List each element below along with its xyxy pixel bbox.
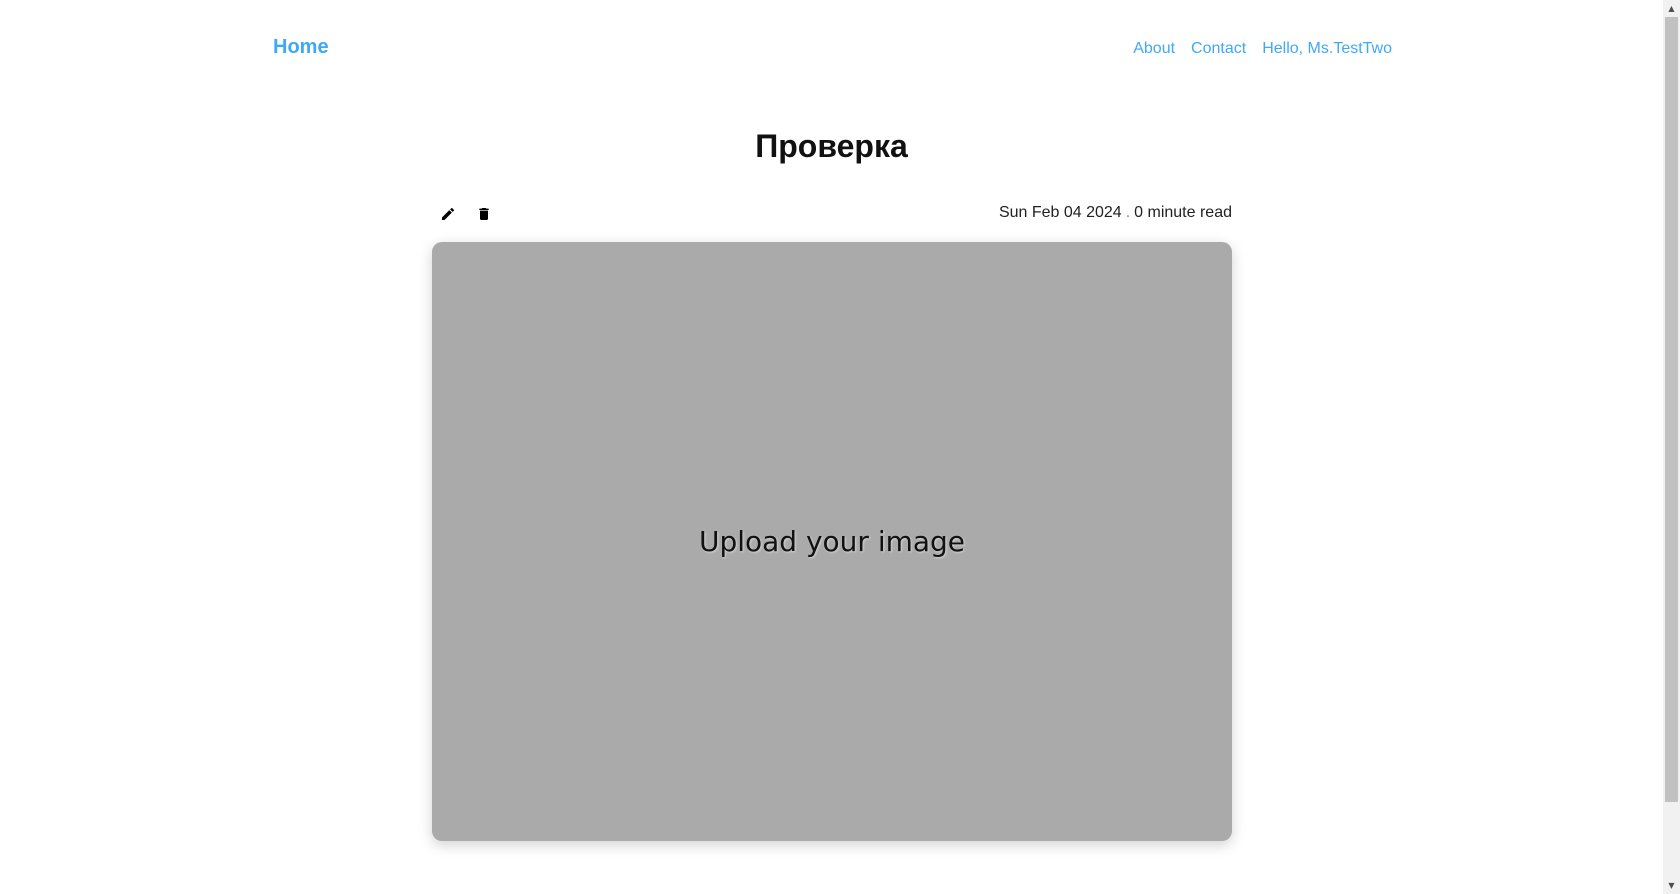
delete-button[interactable] bbox=[472, 202, 496, 226]
scrollbar-thumb[interactable] bbox=[1665, 17, 1678, 802]
post-meta-row: Sun Feb 04 2024. 0 minute read bbox=[432, 200, 1232, 228]
vertical-scrollbar[interactable]: ▲ ▼ bbox=[1663, 0, 1680, 894]
post-date: Sun Feb 04 2024 bbox=[998, 204, 1122, 221]
post-meta: Sun Feb 04 2024. 0 minute read bbox=[999, 204, 1232, 222]
page: Home About Contact Hello, Ms.TestTwo Про… bbox=[0, 0, 1680, 894]
read-time: 0 minute read bbox=[1134, 204, 1232, 221]
image-upload-area[interactable]: Upload your image bbox=[432, 242, 1232, 841]
pencil-icon bbox=[442, 207, 455, 220]
upload-placeholder-text: Upload your image bbox=[698, 525, 966, 558]
nav-link-contact[interactable]: Contact bbox=[1191, 40, 1246, 58]
post-title: Проверка bbox=[755, 128, 908, 164]
nav-links: About Contact Hello, Ms.TestTwo bbox=[1133, 40, 1392, 58]
trash-icon bbox=[479, 208, 489, 220]
scroll-down-arrow-icon[interactable]: ▼ bbox=[1663, 877, 1680, 894]
nav-home-link[interactable]: Home bbox=[273, 36, 329, 59]
meta-separator: . bbox=[1125, 204, 1131, 221]
nav-link-about[interactable]: About bbox=[1133, 40, 1175, 58]
edit-button[interactable] bbox=[436, 202, 460, 226]
scroll-up-arrow-icon[interactable]: ▲ bbox=[1663, 0, 1680, 17]
nav-link-user-greeting[interactable]: Hello, Ms.TestTwo bbox=[1262, 40, 1392, 58]
